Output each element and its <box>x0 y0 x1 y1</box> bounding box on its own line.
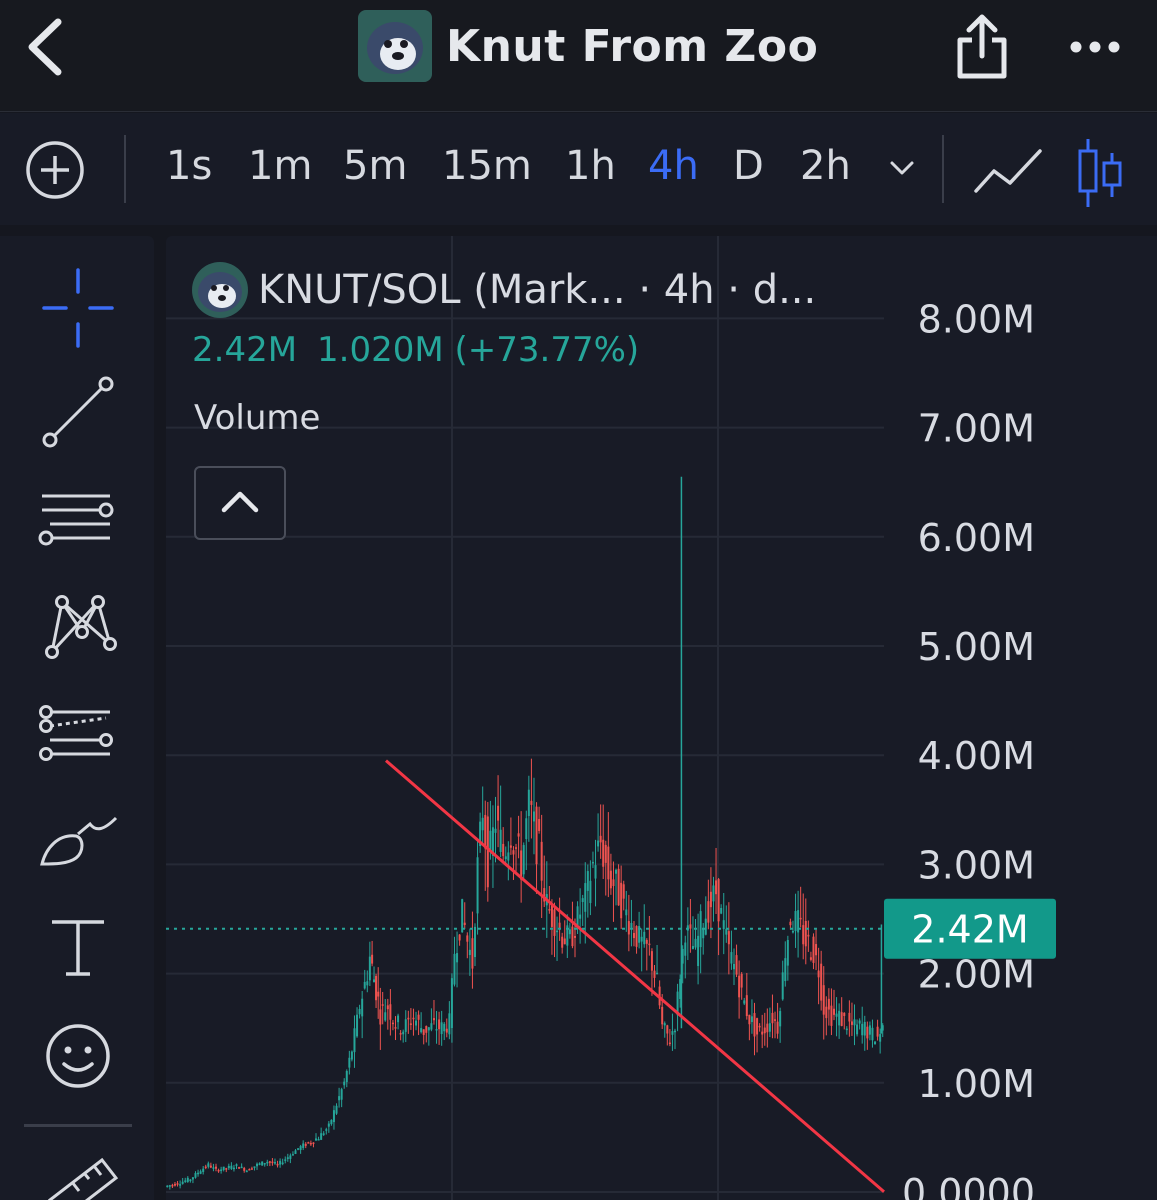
token-avatar <box>192 262 248 318</box>
toolbar-divider <box>942 135 944 203</box>
text-icon[interactable] <box>32 902 124 994</box>
timeframe-5m[interactable]: 5m <box>343 143 407 189</box>
chevron-down-icon[interactable] <box>886 153 918 183</box>
current-price: 2.42M <box>192 330 298 370</box>
line-chart-icon[interactable] <box>970 141 1046 201</box>
timeframe-d[interactable]: D <box>733 143 764 189</box>
drawing-sidebar <box>0 236 154 1200</box>
crosshair-icon[interactable] <box>32 262 124 354</box>
ruler-icon[interactable] <box>32 1144 124 1200</box>
collapse-button[interactable] <box>194 466 286 540</box>
symbol-label[interactable]: KNUT/SOL (Mark... · 4h · d... <box>258 267 816 313</box>
share-icon[interactable] <box>952 12 1012 82</box>
emoji-icon[interactable] <box>32 1010 124 1102</box>
more-icon[interactable] <box>1066 30 1126 64</box>
timeframe-4h[interactable]: 4h <box>648 143 699 189</box>
price-change: 2.42M 1.020M (+73.77%) <box>192 330 639 370</box>
page-title: Knut From Zoo <box>446 20 819 72</box>
timeframe-1m[interactable]: 1m <box>248 143 312 189</box>
chart-legend: KNUT/SOL (Mark... · 4h · d... <box>192 258 816 322</box>
fib-icon[interactable] <box>32 692 124 784</box>
timeframe-toolbar: 1s 1m 5m 15m 1h 4h D 2h <box>0 113 1157 225</box>
add-icon[interactable] <box>24 139 86 201</box>
timeframe-2h[interactable]: 2h <box>800 143 851 189</box>
timeframe-15m[interactable]: 15m <box>442 143 532 189</box>
back-arrow-icon[interactable] <box>22 14 72 80</box>
timeframe-1h[interactable]: 1h <box>565 143 616 189</box>
candlestick-icon[interactable] <box>1074 135 1124 211</box>
title-group: Knut From Zoo <box>358 10 818 82</box>
sidebar-divider <box>24 1124 132 1127</box>
brush-icon[interactable] <box>32 792 124 884</box>
trend-line-icon[interactable] <box>32 366 124 458</box>
chart-panel[interactable] <box>166 236 1157 1200</box>
top-bar: Knut From Zoo <box>0 0 1157 112</box>
token-avatar <box>358 10 432 82</box>
timeframe-1s[interactable]: 1s <box>166 143 212 189</box>
horizontal-lines-icon[interactable] <box>32 476 124 568</box>
toolbar-divider <box>124 135 126 203</box>
pattern-icon[interactable] <box>32 582 124 674</box>
indicator-label[interactable]: Volume <box>194 398 320 438</box>
change-value: 1.020M (+73.77%) <box>317 330 640 370</box>
